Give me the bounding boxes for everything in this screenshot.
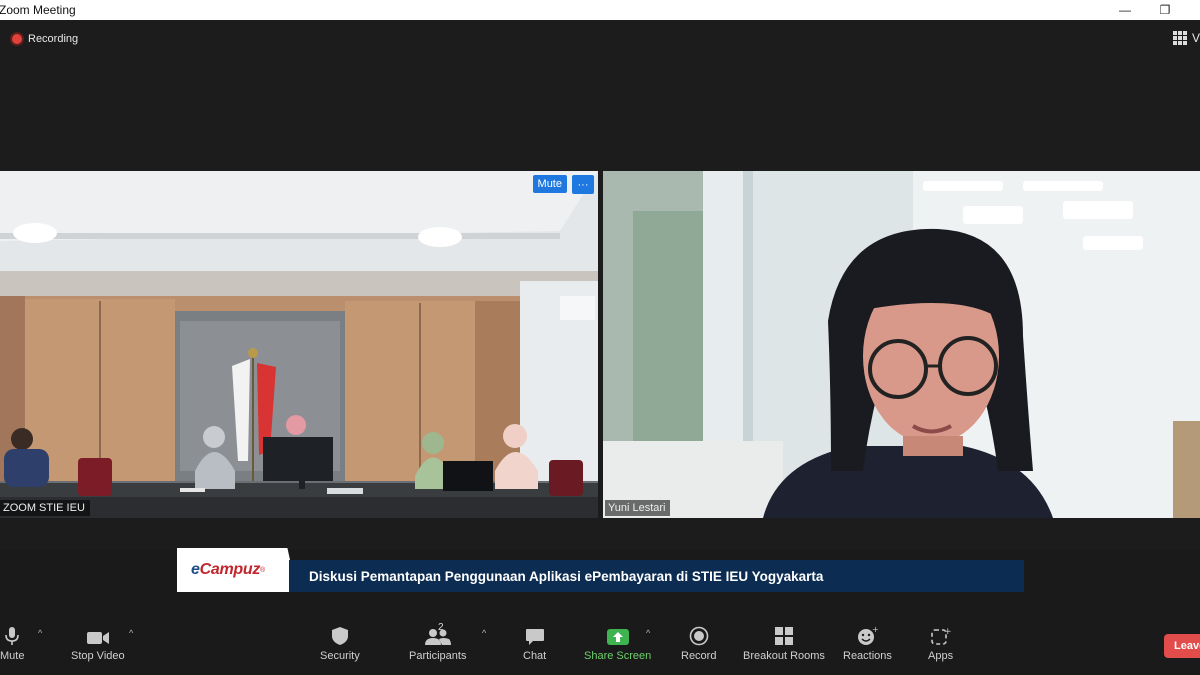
recording-label: Recording bbox=[28, 33, 79, 45]
participant-name-tag: ZOOM STIE IEU bbox=[0, 500, 90, 516]
title-bar: Zoom Meeting — ❐ bbox=[0, 0, 1200, 20]
reactions-label: Reactions bbox=[843, 650, 892, 662]
smiley-icon: + bbox=[856, 624, 878, 646]
caption-text: Diskusi Pemantapan Penggunaan Aplikasi e… bbox=[309, 568, 824, 584]
share-screen-icon bbox=[606, 624, 630, 646]
ecampuz-logo: eCampuz ® bbox=[177, 548, 297, 592]
mute-button[interactable]: Mute bbox=[0, 624, 24, 662]
mute-label: Mute bbox=[0, 650, 25, 662]
window-title: Zoom Meeting bbox=[0, 3, 76, 17]
svg-text:+: + bbox=[872, 626, 878, 634]
participants-count: 2 bbox=[438, 622, 444, 633]
meeting-toolbar: Mute ^ Stop Video ^ Security 2 Participa… bbox=[0, 612, 1200, 675]
shield-icon bbox=[331, 624, 349, 646]
speaker-video-image bbox=[603, 171, 1200, 518]
mute-participant-button[interactable]: Mute bbox=[532, 175, 567, 193]
breakout-rooms-label: Breakout Rooms bbox=[743, 650, 825, 662]
apps-label: Apps bbox=[928, 650, 954, 662]
view-button[interactable]: V bbox=[1172, 31, 1200, 45]
security-button[interactable]: Security bbox=[320, 624, 360, 662]
record-icon bbox=[689, 624, 709, 646]
participants-button[interactable]: 2 Participants bbox=[409, 622, 467, 662]
video-options-caret[interactable]: ^ bbox=[129, 628, 133, 638]
record-button[interactable]: Record bbox=[681, 624, 716, 662]
share-options-caret[interactable]: ^ bbox=[646, 628, 650, 638]
participants-options-caret[interactable]: ^ bbox=[482, 628, 486, 638]
view-label: V bbox=[1191, 31, 1200, 45]
mute-options-caret[interactable]: ^ bbox=[38, 628, 42, 638]
room-video-image bbox=[0, 171, 598, 518]
caption-bar: Diskusi Pemantapan Penggunaan Aplikasi e… bbox=[289, 560, 1024, 592]
breakout-rooms-icon bbox=[774, 624, 794, 646]
participant-name-tag: Yuni Lestari bbox=[605, 500, 671, 516]
participants-label: Participants bbox=[409, 650, 467, 662]
video-tile-room[interactable]: Mute ··· ZOOM STIE IEU bbox=[0, 171, 598, 518]
chat-label: Chat bbox=[523, 650, 547, 662]
camera-icon bbox=[86, 624, 110, 646]
more-options-button[interactable]: ··· bbox=[572, 175, 594, 194]
restore-button[interactable]: ❐ bbox=[1150, 0, 1180, 20]
apps-icon: + bbox=[930, 624, 951, 646]
security-label: Security bbox=[320, 650, 360, 662]
recording-indicator[interactable]: Recording bbox=[12, 33, 78, 45]
record-label: Record bbox=[681, 650, 717, 662]
meeting-area: Recording V Mute ··· ZOOM STIE IEU Yuni … bbox=[0, 20, 1200, 550]
caption-banner: eCampuz ® Diskusi Pemantapan Penggunaan A… bbox=[177, 548, 1024, 592]
share-screen-label: Share Screen bbox=[584, 650, 652, 662]
leave-button[interactable]: Leave bbox=[1164, 634, 1200, 658]
record-dot-icon bbox=[12, 34, 22, 44]
share-screen-button[interactable]: Share Screen bbox=[584, 624, 651, 662]
chat-button[interactable]: Chat bbox=[523, 624, 546, 662]
chat-bubble-icon bbox=[525, 624, 545, 646]
apps-button[interactable]: + Apps bbox=[928, 624, 953, 662]
grid-view-icon bbox=[1172, 31, 1187, 45]
reactions-button[interactable]: + Reactions bbox=[843, 624, 892, 662]
minimize-button[interactable]: — bbox=[1110, 0, 1140, 20]
breakout-rooms-button[interactable]: Breakout Rooms bbox=[743, 624, 825, 662]
video-tile-speaker[interactable]: Yuni Lestari bbox=[603, 171, 1200, 518]
stop-video-button[interactable]: Stop Video bbox=[71, 624, 125, 662]
microphone-icon bbox=[5, 624, 20, 646]
svg-text:+: + bbox=[944, 627, 951, 637]
stop-video-label: Stop Video bbox=[71, 650, 125, 662]
